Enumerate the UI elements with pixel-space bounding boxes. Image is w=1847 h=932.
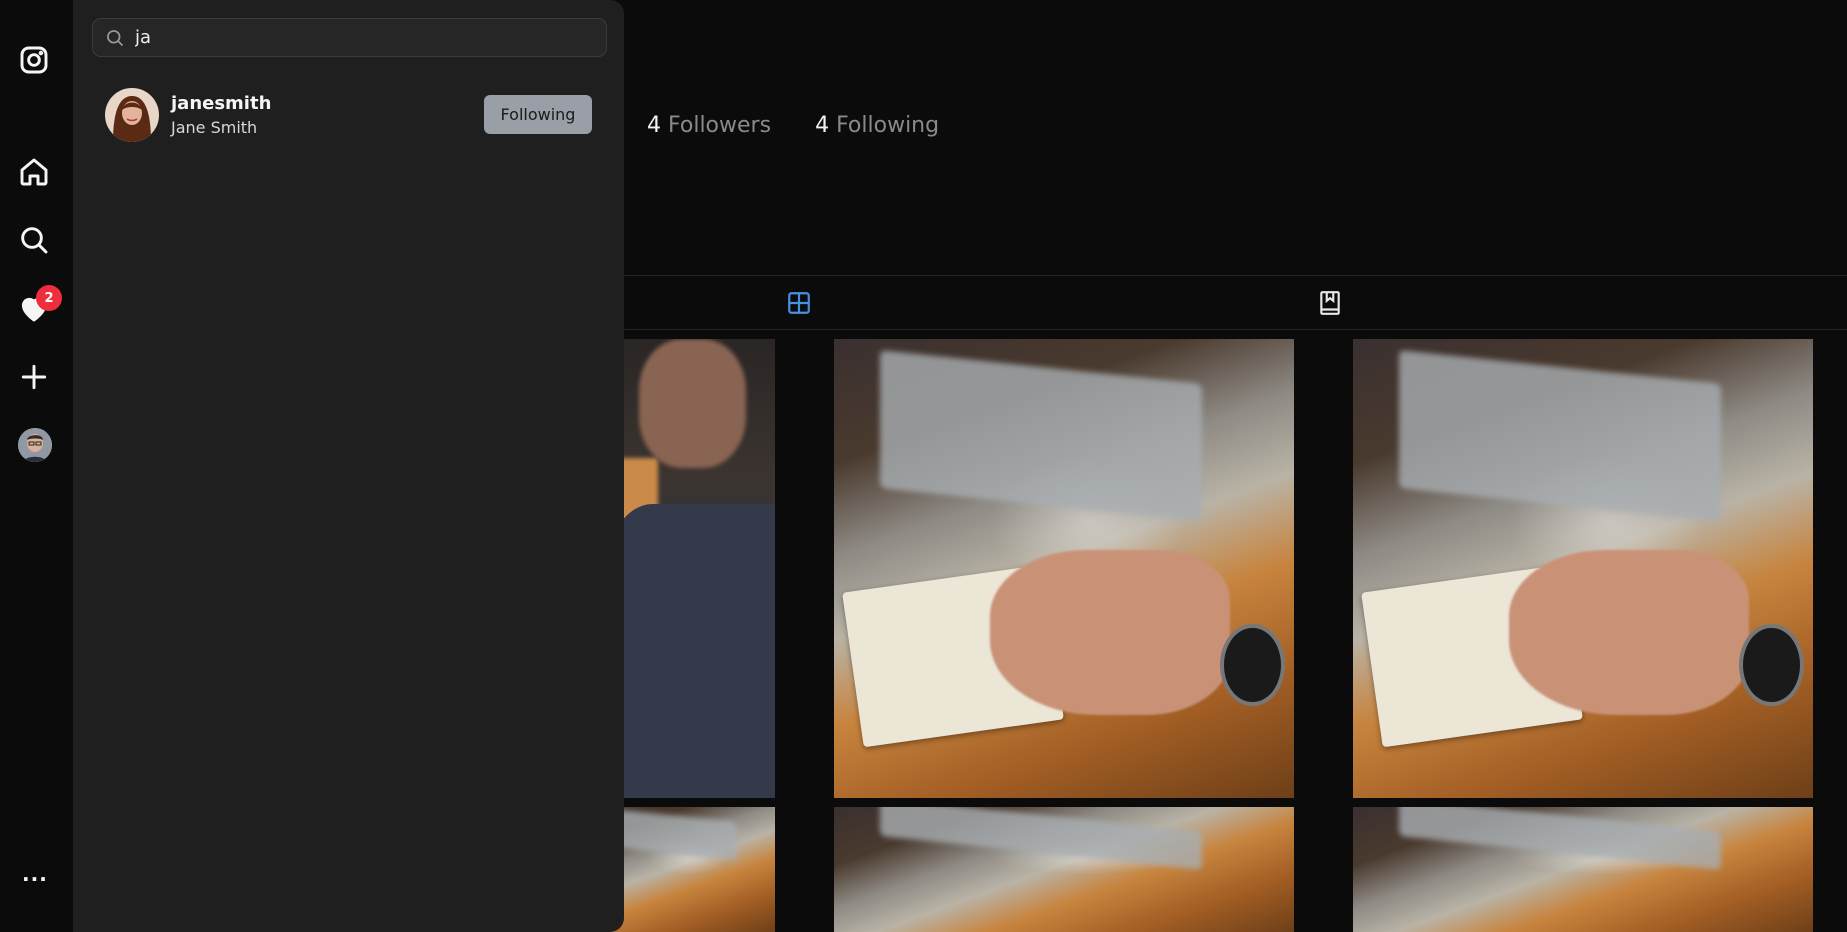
following-stat[interactable]: 4 Following — [815, 113, 939, 138]
instagram-logo-icon[interactable] — [14, 40, 54, 80]
bookmark-icon — [1320, 291, 1340, 315]
grid-icon — [788, 292, 810, 314]
post-thumbnail[interactable] — [1353, 807, 1813, 932]
profile-stats: 4 Followers 4 Following — [647, 113, 939, 138]
tab-saved[interactable] — [1317, 290, 1343, 316]
more-menu-button[interactable]: ... — [22, 862, 48, 886]
tab-posts[interactable] — [786, 290, 812, 316]
post-thumbnail[interactable] — [1353, 339, 1813, 798]
following-label: Following — [836, 113, 940, 138]
search-result-item[interactable]: janesmith Jane Smith Following — [105, 88, 592, 142]
left-nav-rail: 2 ... — [0, 0, 73, 932]
avatar[interactable] — [105, 88, 159, 142]
search-icon[interactable] — [14, 220, 54, 260]
following-button[interactable]: Following — [484, 95, 592, 134]
home-icon[interactable] — [14, 152, 54, 192]
followers-count: 4 — [647, 113, 661, 138]
search-box[interactable] — [92, 18, 607, 57]
result-username[interactable]: janesmith — [171, 93, 271, 114]
profile-avatar[interactable] — [18, 428, 52, 462]
notification-badge: 2 — [36, 285, 62, 311]
search-result-text: janesmith Jane Smith — [171, 93, 271, 137]
followers-stat[interactable]: 4 Followers — [647, 113, 771, 138]
search-input[interactable] — [135, 27, 595, 48]
create-plus-icon[interactable] — [14, 357, 54, 397]
search-panel: janesmith Jane Smith Following — [73, 0, 624, 932]
following-count: 4 — [815, 113, 830, 138]
post-thumbnail[interactable] — [834, 807, 1294, 932]
heart-icon[interactable]: 2 — [14, 285, 62, 328]
result-full-name: Jane Smith — [171, 118, 258, 137]
post-thumbnail[interactable] — [834, 339, 1294, 798]
search-icon — [107, 29, 124, 46]
followers-label: Followers — [668, 113, 772, 138]
profile-tabs — [624, 275, 1847, 330]
